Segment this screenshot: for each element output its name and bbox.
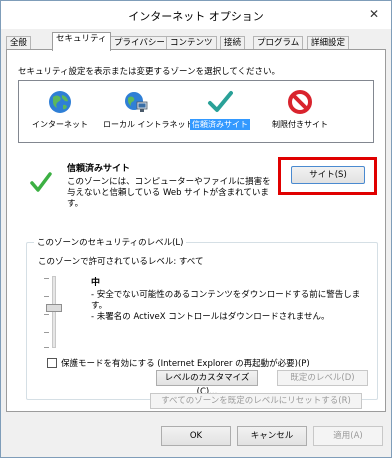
zone-restricted-sites-label: 制限付きサイト: [272, 120, 328, 129]
security-tab-panel: セキュリティ設定を表示または変更するゾーンを選択してください。 インターネット: [6, 49, 386, 412]
slider-tick: [44, 278, 49, 279]
zone-instruction: セキュリティ設定を表示または変更するゾーンを選択してください。: [18, 67, 281, 77]
tab-privacy[interactable]: プライバシー: [110, 36, 169, 50]
slider-tick: [44, 332, 49, 333]
title-bar: インターネット オプション ✕: [1, 1, 391, 29]
zone-trusted-sites-label: 信頼済みサイト: [190, 119, 250, 130]
close-icon[interactable]: ✕: [367, 7, 381, 21]
zone-list: インターネット ローカル イントラネット 信頼済みサイト 制限付きサイト: [18, 80, 374, 143]
protected-mode-row[interactable]: 保護モードを有効にする (Internet Explorer の再起動が必要)(…: [47, 357, 310, 369]
apply-button[interactable]: 適用(A): [313, 426, 383, 446]
default-level-button[interactable]: 既定のレベル(D): [277, 370, 368, 386]
security-level-name: 中: [91, 278, 101, 288]
sites-button[interactable]: サイト(S): [291, 166, 365, 184]
level-desc-line: - 未署名の ActiveX コントロールはダウンロードされません。: [91, 312, 330, 322]
protected-mode-label: 保護モードを有効にする (Internet Explorer の再起動が必要)(…: [61, 359, 310, 369]
window-title: インターネット オプション: [128, 10, 264, 23]
tab-programs[interactable]: プログラム: [253, 36, 304, 50]
slider-thumb[interactable]: [46, 304, 62, 312]
slider-tick: [44, 314, 49, 315]
slider-tick: [44, 347, 49, 348]
custom-level-button[interactable]: レベルのカスタマイズ(C)...: [156, 370, 258, 397]
protected-mode-checkbox[interactable]: [47, 358, 57, 368]
tab-content[interactable]: コンテンツ: [166, 36, 217, 50]
reset-all-zones-button[interactable]: すべてのゾーンを既定のレベルにリセットする(R): [150, 393, 362, 409]
cancel-button[interactable]: キャンセル: [237, 426, 307, 446]
prohibited-icon: [288, 90, 312, 114]
level-desc-line: - 安全でない可能性のあるコンテンツをダウンロードする前に警告します。: [91, 290, 361, 311]
trusted-sites-icon: [30, 172, 52, 192]
security-level-description: - 安全でない可能性のあるコンテンツをダウンロードする前に警告します。 - 未署…: [91, 290, 376, 323]
ok-button[interactable]: OK: [161, 426, 231, 446]
zone-restricted-sites[interactable]: 制限付きサイト: [265, 89, 335, 130]
slider-tick: [44, 296, 49, 297]
zone-internet[interactable]: インターネット: [25, 89, 95, 130]
sites-button-highlight: サイト(S): [278, 157, 377, 195]
intranet-icon: [125, 92, 148, 112]
zone-trusted-sites[interactable]: 信頼済みサイト: [185, 89, 255, 130]
security-level-slider[interactable]: [52, 276, 56, 348]
checkmark-icon: [208, 91, 233, 112]
security-level-group-label: このゾーンのセキュリティのレベル(L): [34, 236, 187, 248]
tab-connections[interactable]: 接続: [220, 36, 246, 50]
tab-general[interactable]: 全般: [6, 36, 32, 50]
zone-description: このゾーンには、コンピューターやファイルに損害を与えないと信頼している Web …: [67, 177, 271, 209]
zone-local-intranet-label: ローカル イントラネット: [103, 120, 194, 129]
zone-title: 信頼済みサイト: [67, 164, 131, 174]
zone-local-intranet[interactable]: ローカル イントラネット: [101, 89, 194, 130]
allowed-levels-text: このゾーンで許可されているレベル: すべて: [38, 257, 204, 267]
zone-internet-label: インターネット: [32, 120, 88, 129]
tab-security[interactable]: セキュリティ: [52, 32, 111, 51]
tab-advanced[interactable]: 詳細設定: [307, 36, 350, 50]
internet-options-dialog: インターネット オプション ✕ 全般 セキュリティ プライバシー コンテンツ 接…: [0, 0, 392, 458]
globe-icon: [49, 91, 71, 113]
